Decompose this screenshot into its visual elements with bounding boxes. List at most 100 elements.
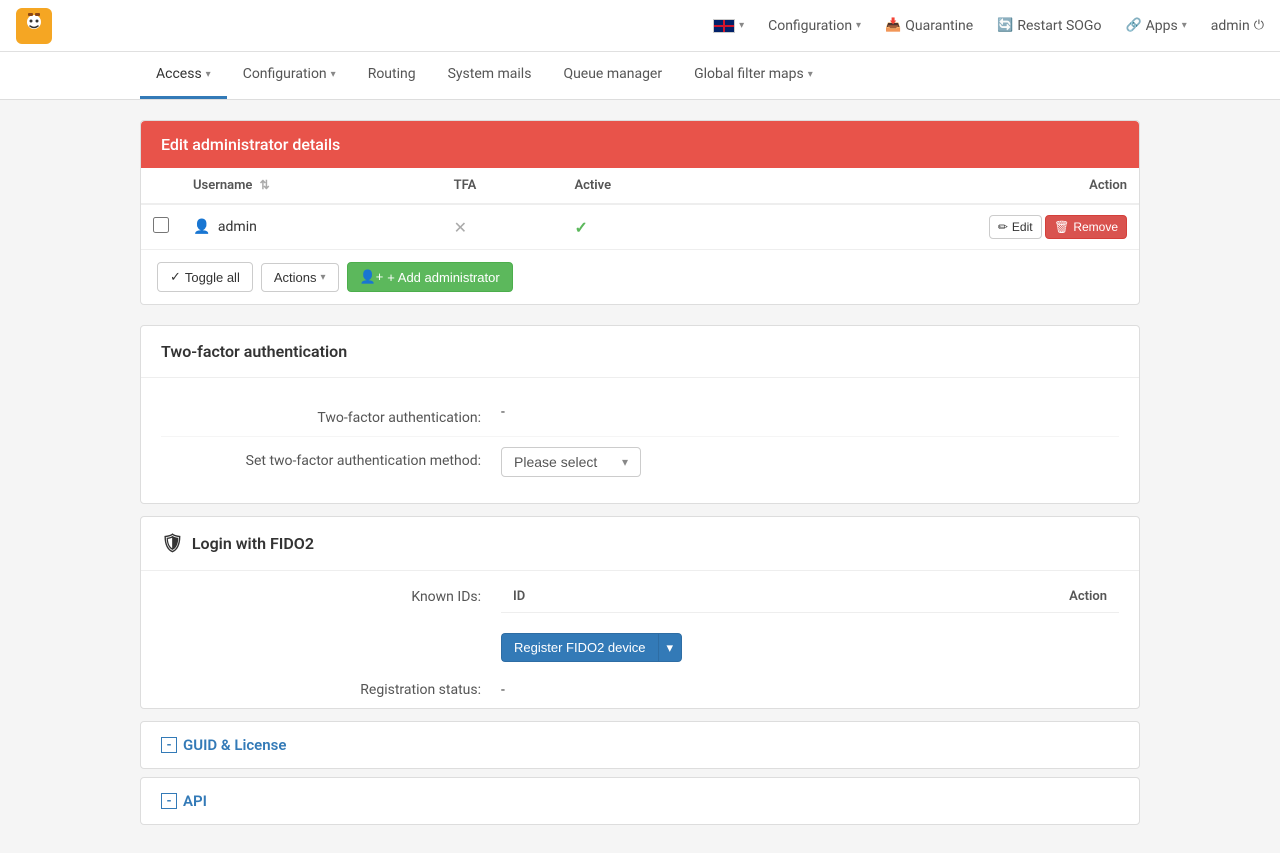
remove-button[interactable]: 🗑 Remove <box>1045 215 1127 239</box>
fido-body: Known IDs: ID Action <box>141 571 1139 708</box>
ids-header-row: ID Action <box>501 581 1119 613</box>
register-fido2-dropdown-button[interactable]: ▾ <box>658 633 683 662</box>
ids-action-label: Action <box>1069 589 1107 604</box>
register-buttons: Register FIDO2 device ▾ <box>501 633 682 662</box>
active-label: Active <box>574 178 611 193</box>
tab-system-mails[interactable]: System mails <box>432 52 548 99</box>
tfa-status-label: Two-factor authentication: <box>161 404 501 426</box>
table-row: 👤 admin ✕ ✓ ✏ Edit <box>141 204 1139 249</box>
edit-button[interactable]: ✏ Edit <box>989 215 1042 239</box>
guid-section: - GUID & License <box>140 721 1140 769</box>
tab-routing[interactable]: Routing <box>352 52 432 99</box>
tfa-label: TFA <box>454 178 477 193</box>
toggle-all-label: Toggle all <box>185 270 240 285</box>
ids-action-column-header: Action <box>729 581 1119 613</box>
api-section-toggle[interactable]: - API <box>141 778 1139 824</box>
guid-title-text: GUID & License <box>183 736 286 754</box>
tab-access-chevron-icon: ▾ <box>206 69 211 80</box>
known-ids-table-container: ID Action <box>501 581 1119 613</box>
tfa-x-icon: ✕ <box>454 218 467 237</box>
configuration-label: Configuration <box>768 18 852 34</box>
guid-collapse-icon: - <box>161 737 177 753</box>
two-factor-title-text: Two-factor authentication <box>161 342 347 361</box>
select-placeholder: Please select <box>514 454 597 470</box>
admin-card-title: Edit administrator details <box>161 135 340 154</box>
navbar: ▾ Configuration ▾ 📥 Quarantine 🔄 Restart… <box>0 0 1280 52</box>
select-chevron-icon: ▾ <box>622 455 628 469</box>
register-button-group: Register FIDO2 device ▾ <box>501 633 682 662</box>
apps-icon: 🔗 <box>1125 18 1141 33</box>
register-fido2-button[interactable]: Register FIDO2 device <box>501 633 658 662</box>
tfa-status-row: Two-factor authentication: - <box>161 394 1119 437</box>
api-title-text: API <box>183 792 207 810</box>
action-column-header: Action <box>719 168 1139 204</box>
sort-icon: ⇅ <box>260 178 270 192</box>
admin-card-header: Edit administrator details <box>141 121 1139 168</box>
username-column-header[interactable]: Username ⇅ <box>181 168 442 204</box>
tab-access-label: Access <box>156 66 202 82</box>
actions-chevron-icon: ▾ <box>320 272 325 283</box>
main-content: Edit administrator details Username ⇅ TF… <box>0 100 1280 853</box>
tab-global-filter-maps[interactable]: Global filter maps ▾ <box>678 52 829 99</box>
two-factor-body: Two-factor authentication: - Set two-fac… <box>141 378 1139 503</box>
active-column-header: Active <box>562 168 719 204</box>
register-row: Register FIDO2 device ▾ <box>141 623 1139 672</box>
registration-status-label: Registration status: <box>161 682 501 698</box>
quarantine-link[interactable]: 📥 Quarantine <box>885 18 973 34</box>
apps-chevron-icon: ▾ <box>1182 20 1187 31</box>
fido-title-text: Login with FIDO2 <box>192 534 314 553</box>
apps-label: Apps <box>1146 18 1178 34</box>
row-checkbox-cell[interactable] <box>141 204 181 249</box>
trash-icon: 🗑 <box>1054 220 1069 234</box>
tab-configuration[interactable]: Configuration ▾ <box>227 52 352 99</box>
configuration-chevron-icon: ▾ <box>856 20 861 31</box>
navbar-right: ▾ Configuration ▾ 📥 Quarantine 🔄 Restart… <box>713 18 1264 34</box>
table-header-row: Username ⇅ TFA Active Action <box>141 168 1139 204</box>
restart-sogo-link[interactable]: 🔄 Restart SOGo <box>997 18 1101 34</box>
tab-queue-manager[interactable]: Queue manager <box>547 52 678 99</box>
apps-menu[interactable]: 🔗 Apps ▾ <box>1125 18 1186 34</box>
toggle-all-button[interactable]: ✓ Toggle all <box>157 262 253 292</box>
fido-section: 🛡 Login with FIDO2 Known IDs: ID <box>140 516 1140 709</box>
active-check-icon: ✓ <box>574 218 587 237</box>
guid-section-toggle[interactable]: - GUID & License <box>141 722 1139 768</box>
quarantine-label: Quarantine <box>905 18 973 34</box>
api-collapse-icon: - <box>161 793 177 809</box>
shield-icon: 🛡 <box>161 533 184 554</box>
tfa-value: - <box>501 404 505 420</box>
known-ids-label: Known IDs: <box>161 589 501 605</box>
api-section: - API <box>140 777 1140 825</box>
pencil-icon: ✏ <box>998 220 1008 234</box>
row-checkbox[interactable] <box>153 217 169 233</box>
action-cell: ✏ Edit 🗑 Remove <box>719 204 1139 249</box>
restart-label: Restart SOGo <box>1017 18 1101 34</box>
tab-routing-label: Routing <box>368 66 416 82</box>
configuration-menu[interactable]: Configuration ▾ <box>768 18 861 34</box>
tfa-status-value: - <box>501 404 1119 426</box>
remove-label: Remove <box>1073 220 1118 234</box>
actions-button[interactable]: Actions ▾ <box>261 263 339 292</box>
tab-access[interactable]: Access ▾ <box>140 52 227 99</box>
tab-system-mails-label: System mails <box>448 66 532 82</box>
tfa-method-select[interactable]: Please select ▾ <box>501 447 641 477</box>
app-logo[interactable] <box>16 8 52 44</box>
language-selector[interactable]: ▾ <box>713 19 744 33</box>
fido-title: 🛡 Login with FIDO2 <box>141 517 1139 571</box>
uk-flag-icon <box>713 19 735 33</box>
add-admin-label: + Add administrator <box>387 270 499 285</box>
power-icon: ⏻ <box>1254 18 1264 33</box>
id-column-header: ID <box>501 581 729 613</box>
language-chevron-icon: ▾ <box>739 20 744 31</box>
tab-configuration-label: Configuration <box>243 66 327 82</box>
edit-label: Edit <box>1012 220 1033 234</box>
username-value: admin <box>218 219 257 235</box>
tab-global-filter-maps-chevron-icon: ▾ <box>808 69 813 80</box>
tfa-method-row: Set two-factor authentication method: Pl… <box>161 437 1119 487</box>
admin-card: Edit administrator details Username ⇅ TF… <box>140 120 1140 305</box>
admin-menu[interactable]: admin ⏻ <box>1211 18 1264 34</box>
admin-table: Username ⇅ TFA Active Action <box>141 168 1139 249</box>
user-icon: 👤 <box>193 219 210 235</box>
id-label: ID <box>513 589 525 604</box>
tab-queue-manager-label: Queue manager <box>563 66 662 82</box>
add-administrator-button[interactable]: 👤+ + Add administrator <box>347 262 513 292</box>
